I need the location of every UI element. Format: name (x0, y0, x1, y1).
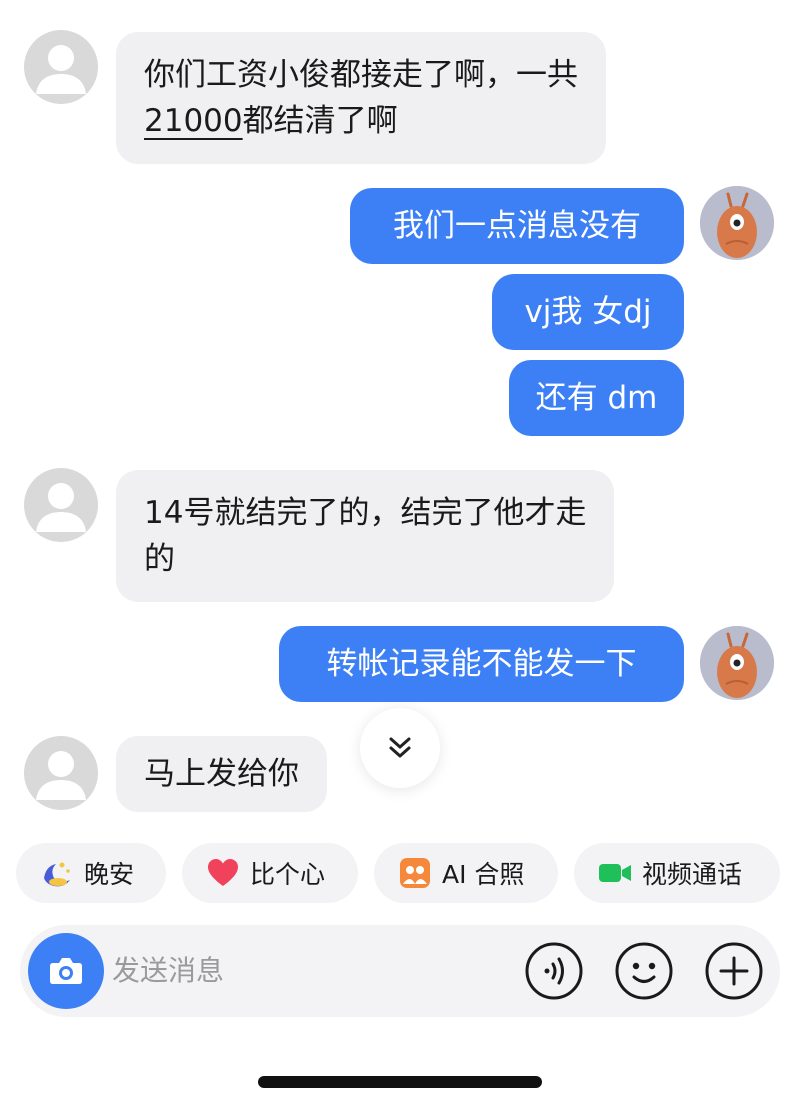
plus-circle-icon (705, 942, 763, 1000)
message-text: 14号就结完了的，结完了他才走 (144, 495, 587, 531)
quick-reply-label: 视频通话 (642, 860, 743, 889)
contact-avatar[interactable] (24, 468, 98, 542)
amount-link[interactable]: 21000 (144, 103, 243, 139)
message-text: 马上发给你 (144, 756, 299, 792)
chat-screen: 你们工资小俊都接走了啊，一共 21000都结清了啊 我们一点消息没有 vj我 女… (0, 0, 800, 1105)
more-actions-button[interactable] (704, 941, 764, 1001)
shrimp-avatar-icon (700, 186, 774, 260)
video-camera-icon (598, 856, 632, 890)
default-avatar-icon (36, 45, 86, 94)
emoji-button[interactable] (614, 941, 674, 1001)
heart-icon (206, 856, 240, 890)
quick-reply-heart[interactable]: 比个心 (182, 843, 358, 903)
scroll-to-bottom-button[interactable] (360, 708, 440, 788)
quick-reply-label: 晚安 (84, 860, 135, 889)
message-text: 还有 dm (535, 380, 658, 416)
message-bubble-outgoing[interactable]: vj我 女dj (492, 274, 684, 350)
camera-icon (50, 958, 82, 984)
message-text: 的 (144, 541, 175, 577)
message-input[interactable]: 发送消息 (112, 947, 224, 995)
quick-reply-ai-photo[interactable]: AI 合照 (374, 843, 558, 903)
quick-reply-bar: 晚安 比个心 AI 合照 视频通话 (0, 843, 800, 903)
quick-reply-label: 比个心 (250, 860, 326, 889)
message-text: vj我 女dj (524, 294, 652, 330)
voice-button[interactable] (524, 941, 584, 1001)
message-bubble-outgoing[interactable]: 还有 dm (509, 360, 684, 436)
smiley-face-icon (615, 942, 673, 1000)
message-bubble-outgoing[interactable]: 转帐记录能不能发一下 (279, 626, 684, 702)
default-avatar-icon (36, 751, 86, 800)
voice-wave-icon (525, 942, 583, 1000)
message-text: 转帐记录能不能发一下 (326, 646, 637, 682)
message-bubble-incoming[interactable]: 14号就结完了的，结完了他才走 的 (116, 470, 615, 602)
quick-reply-video-call[interactable]: 视频通话 (574, 843, 780, 903)
message-bubble-outgoing[interactable]: 我们一点消息没有 (350, 188, 684, 264)
message-text: 你们工资小俊都接走了啊，一共 (144, 57, 578, 93)
contact-avatar[interactable] (24, 30, 98, 104)
contact-avatar[interactable] (24, 736, 98, 810)
message-input-bar: 发送消息 (20, 925, 780, 1017)
quick-reply-label: AI 合照 (442, 860, 525, 889)
home-indicator[interactable] (258, 1076, 542, 1088)
double-chevron-down-icon (389, 737, 411, 758)
message-text: 我们一点消息没有 (393, 208, 641, 244)
camera-button[interactable] (28, 933, 104, 1009)
default-avatar-icon (36, 483, 86, 532)
message-bubble-incoming[interactable]: 你们工资小俊都接走了啊，一共 21000都结清了啊 (116, 32, 606, 164)
my-avatar[interactable] (700, 626, 774, 700)
message-bubble-incoming[interactable]: 马上发给你 (116, 736, 327, 812)
message-text: 都结清了啊 (242, 103, 398, 139)
my-avatar[interactable] (700, 186, 774, 260)
shrimp-avatar-icon (700, 626, 774, 700)
ai-photo-icon (398, 856, 432, 890)
quick-reply-goodnight[interactable]: 晚安 (16, 843, 166, 903)
moon-night-icon (40, 856, 74, 890)
